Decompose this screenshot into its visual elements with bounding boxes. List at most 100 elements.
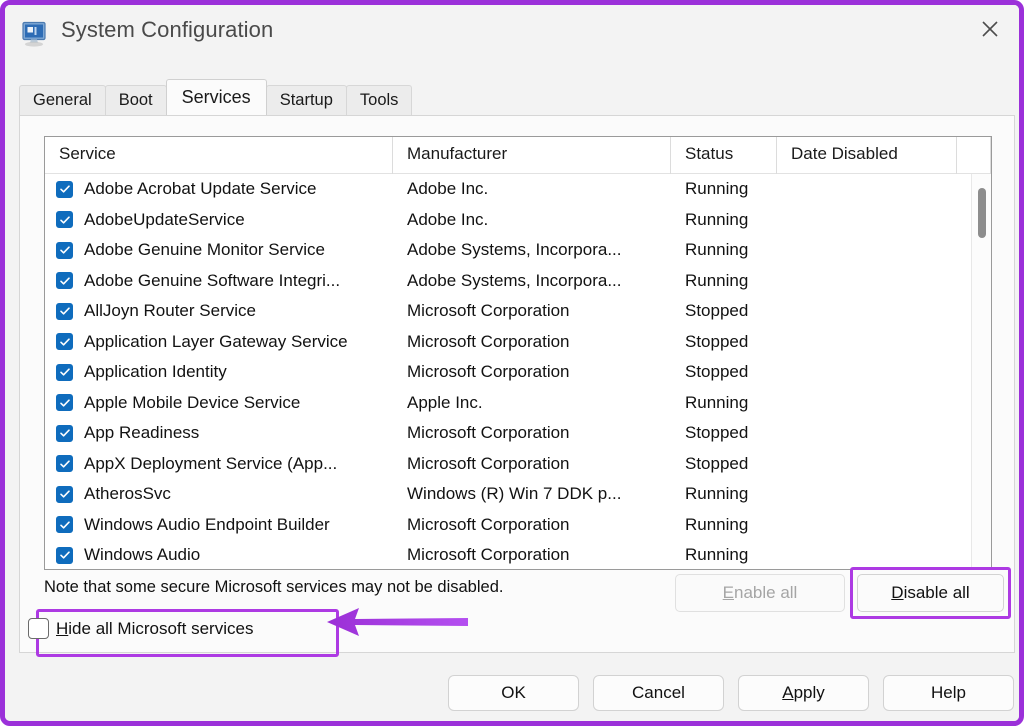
button-label: OK — [501, 683, 526, 702]
cell-manufacturer: Microsoft Corporation — [407, 453, 570, 473]
service-name: Adobe Genuine Monitor Service — [84, 240, 325, 260]
table-row[interactable]: Windows Audio Microsoft Corporation Runnin… — [45, 540, 991, 569]
cell-manufacturer: Microsoft Corporation — [407, 423, 570, 443]
cell-manufacturer: Microsoft Corporation — [407, 362, 570, 382]
table-row[interactable]: Adobe Genuine Software Integri... Adobe S… — [45, 266, 991, 297]
accesskey-letter: D — [891, 583, 904, 602]
service-enabled-checkbox[interactable] — [56, 394, 73, 412]
cancel-button[interactable]: Cancel — [593, 675, 724, 711]
cell-manufacturer: Adobe Inc. — [407, 179, 489, 199]
cell-status: Running — [685, 270, 749, 290]
cell-manufacturer: Microsoft Corporation — [407, 331, 570, 351]
cell-status: Running — [685, 240, 749, 260]
cell-status: Running — [685, 484, 749, 504]
cell-status: Stopped — [685, 301, 749, 321]
checkbox-box[interactable] — [28, 618, 49, 639]
title-bar: System Configuration — [5, 5, 1019, 63]
service-name: AdobeUpdateService — [84, 209, 245, 229]
column-header-status[interactable]: Status — [671, 137, 777, 174]
tab-strip: General Boot Services Startup Tools — [19, 79, 413, 115]
close-icon[interactable] — [961, 5, 1019, 53]
table-row[interactable]: Application Layer Gateway Service Microso… — [45, 327, 991, 358]
cell-status: Stopped — [685, 423, 749, 443]
column-header-service[interactable]: Service — [45, 137, 393, 174]
service-enabled-checkbox[interactable] — [56, 424, 73, 442]
cell-service: AdobeUpdateService — [45, 210, 393, 230]
tab-general[interactable]: General — [19, 85, 106, 115]
cell-service: Adobe Genuine Software Integri... — [45, 271, 393, 291]
cell-service: AtherosSvc — [45, 484, 393, 504]
column-header-manufacturer[interactable]: Manufacturer — [393, 137, 671, 174]
service-name: AllJoyn Router Service — [84, 301, 256, 321]
disable-all-button[interactable]: Disable all — [857, 574, 1004, 612]
service-name: Adobe Genuine Software Integri... — [84, 270, 341, 290]
cell-service: AllJoyn Router Service — [45, 301, 393, 321]
service-name: Adobe Acrobat Update Service — [84, 179, 317, 199]
cell-service: Adobe Genuine Monitor Service — [45, 240, 393, 260]
apply-button[interactable]: Apply — [738, 675, 869, 711]
button-label: Help — [931, 683, 966, 702]
ok-button[interactable]: OK — [448, 675, 579, 711]
table-row[interactable]: Apple Mobile Device Service Apple Inc. Run… — [45, 388, 991, 419]
service-enabled-checkbox[interactable] — [56, 516, 73, 534]
label-rest: ide all Microsoft services — [68, 618, 254, 638]
cell-manufacturer: Microsoft Corporation — [407, 545, 570, 565]
service-enabled-checkbox[interactable] — [56, 211, 73, 229]
service-enabled-checkbox[interactable] — [56, 272, 73, 290]
cell-status: Running — [685, 209, 749, 229]
service-name: AtherosSvc — [84, 484, 171, 504]
cell-manufacturer: Adobe Systems, Incorpora... — [407, 240, 622, 260]
help-button[interactable]: Help — [883, 675, 1014, 711]
tab-services[interactable]: Services — [165, 79, 267, 115]
service-enabled-checkbox[interactable] — [56, 485, 73, 503]
service-name: Application Layer Gateway Service — [84, 331, 348, 351]
cell-manufacturer: Adobe Inc. — [407, 209, 489, 229]
service-enabled-checkbox[interactable] — [56, 363, 73, 381]
service-name: AppX Deployment Service (App... — [84, 453, 338, 473]
service-enabled-checkbox[interactable] — [56, 302, 73, 320]
column-header-date-disabled[interactable]: Date Disabled — [777, 137, 957, 174]
service-name: Application Identity — [84, 362, 227, 382]
hide-all-microsoft-services-label: Hide all Microsoft services — [56, 619, 253, 639]
services-list-scrollbar[interactable] — [971, 174, 991, 568]
service-enabled-checkbox[interactable] — [56, 546, 73, 564]
enable-all-button[interactable]: Enable all — [675, 574, 845, 612]
system-configuration-window: System Configuration General Boot Servic… — [0, 0, 1024, 726]
tab-boot[interactable]: Boot — [104, 85, 167, 115]
table-row[interactable]: AppX Deployment Service (App... Microsoft… — [45, 449, 991, 480]
table-row[interactable]: Windows Audio Endpoint Builder Microsoft … — [45, 510, 991, 541]
button-label: pply — [793, 683, 825, 702]
service-enabled-checkbox[interactable] — [56, 455, 73, 473]
table-row[interactable]: Application Identity Microsoft Corporatio… — [45, 357, 991, 388]
button-label: isable all — [903, 583, 970, 602]
scrollbar-thumb[interactable] — [978, 188, 986, 238]
table-row[interactable]: AtherosSvc Windows (R) Win 7 DDK p... Runn… — [45, 479, 991, 510]
tab-tools[interactable]: Tools — [345, 85, 413, 115]
service-enabled-checkbox[interactable] — [56, 241, 73, 259]
table-row[interactable]: Adobe Genuine Monitor Service Adobe Syste… — [45, 235, 991, 266]
table-row[interactable]: App Readiness Microsoft Corporation Stoppe… — [45, 418, 991, 449]
cell-status: Stopped — [685, 362, 749, 382]
annotation-arrow-icon — [325, 605, 470, 639]
cell-status: Running — [685, 179, 749, 199]
table-row[interactable]: AdobeUpdateService Adobe Inc. Running — [45, 205, 991, 236]
tab-startup[interactable]: Startup — [265, 85, 347, 115]
cell-manufacturer: Microsoft Corporation — [407, 514, 570, 534]
services-tab-page: Service Manufacturer Status Date Disable… — [19, 115, 1015, 657]
service-enabled-checkbox[interactable] — [56, 180, 73, 198]
hide-all-microsoft-services-checkbox[interactable]: Hide all Microsoft services — [28, 618, 253, 639]
cell-service: Adobe Acrobat Update Service — [45, 179, 393, 199]
table-row[interactable]: AllJoyn Router Service Microsoft Corporat… — [45, 296, 991, 327]
table-row[interactable]: Adobe Acrobat Update Service Adobe Inc. Ru… — [45, 174, 991, 205]
accesskey-letter: E — [722, 583, 734, 602]
cell-service: App Readiness — [45, 423, 393, 443]
cell-status: Stopped — [685, 453, 749, 473]
cell-service: Apple Mobile Device Service — [45, 393, 393, 413]
service-name: Windows Audio — [84, 545, 201, 565]
cell-status: Running — [685, 392, 749, 412]
service-enabled-checkbox[interactable] — [56, 333, 73, 351]
cell-manufacturer: Apple Inc. — [407, 392, 483, 412]
secure-services-note: Note that some secure Microsoft services… — [44, 578, 504, 596]
service-name: Apple Mobile Device Service — [84, 392, 301, 412]
cell-manufacturer: Adobe Systems, Incorpora... — [407, 270, 622, 290]
